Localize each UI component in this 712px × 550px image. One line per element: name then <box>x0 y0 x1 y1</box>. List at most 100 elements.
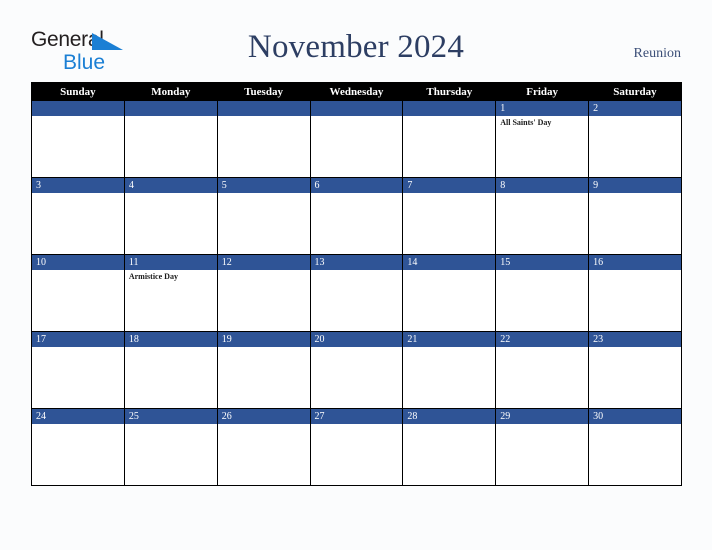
calendar-day-cell-23[interactable]: 23 <box>589 332 682 409</box>
day-number: 20 <box>310 332 403 347</box>
day-number: 17 <box>32 332 124 347</box>
calendar-day-cell-13[interactable]: 13 <box>310 255 404 332</box>
day-events <box>218 193 310 254</box>
day-number: 18 <box>124 332 217 347</box>
calendar-day-cell-4[interactable]: 4 <box>124 178 218 255</box>
day-number: 22 <box>496 332 589 347</box>
day-number: 24 <box>32 409 124 424</box>
day-events <box>125 424 217 485</box>
day-number <box>403 101 496 116</box>
day-number: 1 <box>496 101 589 116</box>
day-events: All Saints' Day <box>496 116 588 177</box>
day-events <box>32 270 124 331</box>
day-events <box>403 270 495 331</box>
weekday-header-wednesday: Wednesday <box>311 83 404 101</box>
weekday-header-thursday: Thursday <box>403 83 497 101</box>
calendar-day-cell-7[interactable]: 7 <box>403 178 497 255</box>
calendar-day-cell-empty[interactable] <box>32 101 125 178</box>
day-events <box>311 116 403 177</box>
calendar-day-cell-12[interactable]: 12 <box>217 255 311 332</box>
day-events <box>496 193 588 254</box>
calendar-day-cell-empty[interactable] <box>124 101 218 178</box>
page-title: November 2024 <box>247 29 465 65</box>
day-number: 14 <box>403 255 496 270</box>
calendar-week-row: 10 11 Armistice Day 12 13 14 15 16 <box>32 255 682 332</box>
day-events <box>589 347 681 408</box>
calendar-day-cell-22[interactable]: 22 <box>496 332 590 409</box>
calendar-day-cell-empty[interactable] <box>217 101 311 178</box>
calendar-grid: Sunday Monday Tuesday Wednesday Thursday Frid… <box>31 82 682 486</box>
day-number: 23 <box>589 332 681 347</box>
day-events <box>589 270 681 331</box>
weekday-header-tuesday: Tuesday <box>218 83 311 101</box>
calendar-day-cell-8[interactable]: 8 <box>496 178 590 255</box>
day-events <box>403 193 495 254</box>
day-number <box>217 101 310 116</box>
calendar-day-cell-2[interactable]: 2 <box>589 101 682 178</box>
day-number: 10 <box>32 255 124 270</box>
day-events <box>496 424 588 485</box>
calendar-day-cell-27[interactable]: 27 <box>310 409 404 486</box>
day-events <box>125 347 217 408</box>
day-events <box>311 347 403 408</box>
calendar-day-cell-16[interactable]: 16 <box>589 255 682 332</box>
day-events <box>403 116 495 177</box>
calendar-day-cell-3[interactable]: 3 <box>32 178 125 255</box>
day-events <box>218 116 310 177</box>
calendar-day-cell-26[interactable]: 26 <box>217 409 311 486</box>
day-events <box>32 424 124 485</box>
day-events <box>311 193 403 254</box>
calendar-day-cell-14[interactable]: 14 <box>403 255 497 332</box>
calendar-day-cell-20[interactable]: 20 <box>310 332 404 409</box>
calendar-day-cell-6[interactable]: 6 <box>310 178 404 255</box>
calendar-day-cell-19[interactable]: 19 <box>217 332 311 409</box>
calendar-week-row: 24 25 26 27 28 29 30 <box>32 409 682 486</box>
day-number: 30 <box>589 409 681 424</box>
calendar-day-cell-24[interactable]: 24 <box>32 409 125 486</box>
calendar-day-cell-5[interactable]: 5 <box>217 178 311 255</box>
day-events <box>496 270 588 331</box>
day-number: 16 <box>589 255 681 270</box>
calendar-day-cell-1[interactable]: 1 All Saints' Day <box>496 101 590 178</box>
day-events <box>403 424 495 485</box>
day-events <box>311 270 403 331</box>
calendar-week-row: 3456789 <box>32 178 682 255</box>
day-number: 9 <box>589 178 681 193</box>
day-events <box>218 424 310 485</box>
day-events <box>32 116 124 177</box>
calendar-day-cell-18[interactable]: 18 <box>124 332 218 409</box>
day-number: 2 <box>589 101 681 116</box>
day-number: 28 <box>403 409 496 424</box>
calendar-weeks: 1 All Saints' Day 2 3 4 5 6 7 8 9 10 11 Armistice Da… <box>32 101 682 486</box>
calendar-day-cell-21[interactable]: 21 <box>403 332 497 409</box>
day-events <box>218 347 310 408</box>
day-events <box>496 347 588 408</box>
day-number: 27 <box>310 409 403 424</box>
calendar-day-cell-17[interactable]: 17 <box>32 332 125 409</box>
calendar-day-cell-empty[interactable] <box>403 101 497 178</box>
calendar-day-cell-25[interactable]: 25 <box>124 409 218 486</box>
day-events <box>218 270 310 331</box>
day-number: 8 <box>496 178 589 193</box>
holiday-event: Armistice Day <box>128 272 178 281</box>
calendar-day-cell-30[interactable]: 30 <box>589 409 682 486</box>
day-events: Armistice Day <box>125 270 217 331</box>
day-events <box>589 116 681 177</box>
day-number: 12 <box>217 255 310 270</box>
day-events <box>32 347 124 408</box>
calendar-day-cell-15[interactable]: 15 <box>496 255 590 332</box>
day-number: 19 <box>217 332 310 347</box>
calendar-day-cell-10[interactable]: 10 <box>32 255 125 332</box>
region-label: Reunion <box>633 46 681 61</box>
calendar-day-cell-29[interactable]: 29 <box>496 409 590 486</box>
calendar-day-cell-9[interactable]: 9 <box>589 178 682 255</box>
holiday-event: All Saints' Day <box>500 118 552 127</box>
calendar-day-cell-11[interactable]: 11 Armistice Day <box>124 255 218 332</box>
calendar-day-cell-28[interactable]: 28 <box>403 409 497 486</box>
calendar-day-cell-empty[interactable] <box>310 101 404 178</box>
day-number: 29 <box>496 409 589 424</box>
day-events <box>589 193 681 254</box>
day-events <box>125 193 217 254</box>
day-number <box>124 101 217 116</box>
day-number <box>32 101 124 116</box>
